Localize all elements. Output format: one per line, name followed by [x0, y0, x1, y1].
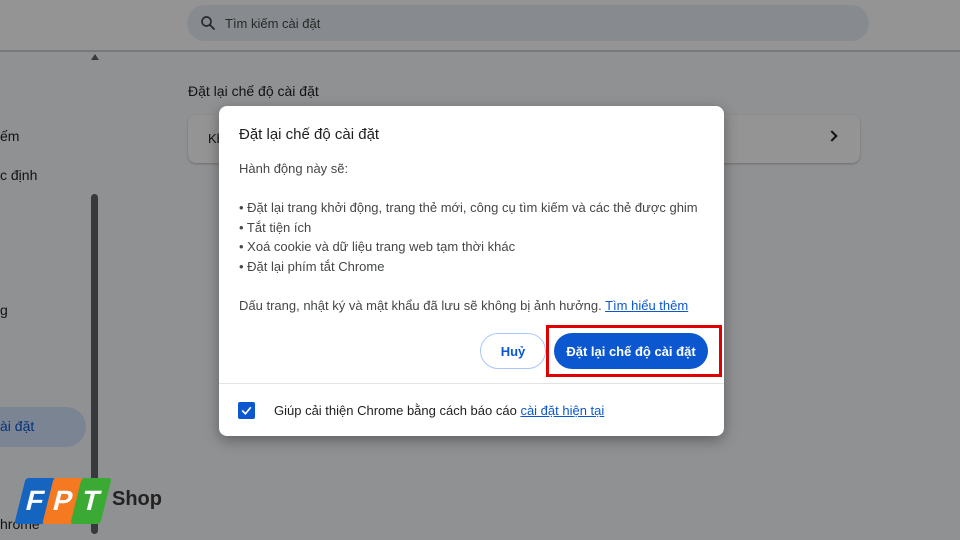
fpt-shop-logo: F P T Shop [14, 478, 162, 528]
dialog-intro: Hành động này sẽ: [239, 161, 349, 176]
check-icon [241, 406, 252, 415]
dialog-title: Đặt lại chế độ cài đặt [239, 126, 380, 143]
learn-more-link[interactable]: Tìm hiểu thêm [605, 298, 688, 313]
logo-shop-text: Shop [112, 488, 162, 510]
dialog-note-text: Dấu trang, nhật ký và mật khẩu đã lưu sẽ… [239, 298, 602, 313]
dialog-bullet: • Tắt tiện ích [239, 220, 312, 235]
checkbox-label: Giúp cải thiện Chrome bằng cách báo cáo … [274, 403, 604, 418]
red-highlight-box [546, 325, 722, 377]
dialog-bullet: • Xoá cookie và dữ liệu trang web tạm th… [239, 239, 516, 254]
checkbox-label-text: Giúp cải thiện Chrome bằng cách báo cáo [274, 403, 517, 418]
dialog-note: Dấu trang, nhật ký và mật khẩu đã lưu sẽ… [239, 298, 688, 313]
dialog-bullet: • Đặt lại trang khởi động, trang thẻ mới… [239, 200, 698, 215]
dialog-bullet: • Đặt lại phím tắt Chrome [239, 259, 385, 274]
cancel-button[interactable]: Huỷ [480, 333, 546, 369]
reset-settings-dialog: Đặt lại chế độ cài đặt Hành động này sẽ:… [219, 106, 724, 436]
report-settings-checkbox[interactable] [238, 402, 255, 419]
dialog-divider [219, 383, 724, 384]
current-settings-link[interactable]: cài đặt hiện tại [520, 403, 604, 418]
